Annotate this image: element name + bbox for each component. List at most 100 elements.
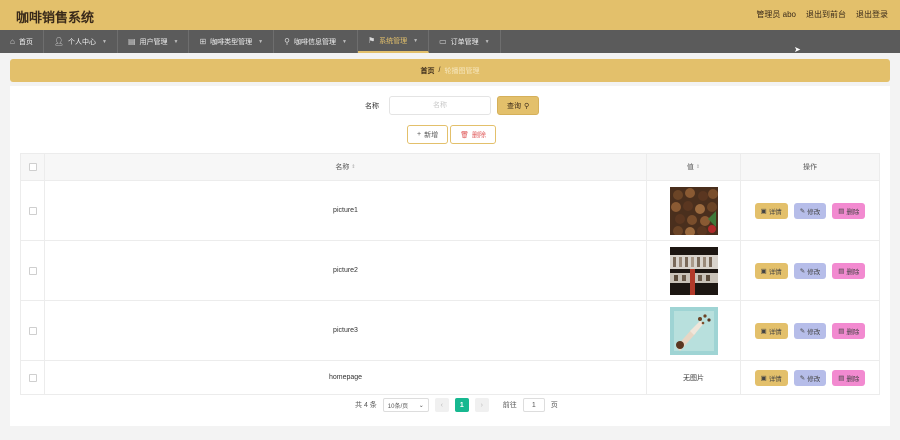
plus-icon: + xyxy=(417,131,422,138)
row-operations: ▣ 详情 ✎ 修改 ▤ 删除 xyxy=(741,262,879,279)
home-icon: ⌂ xyxy=(10,37,15,46)
delete-button-label: 删除 xyxy=(471,131,486,139)
select-all-checkbox[interactable] xyxy=(28,163,37,171)
pencil-icon: ✎ xyxy=(799,267,806,275)
page-number-current[interactable]: 1 xyxy=(454,398,469,412)
table-row: homepage 无图片 ▣ 详情 ✎ 修改 ▤ 删除 xyxy=(21,361,879,394)
trash-icon: ▤ xyxy=(838,267,845,275)
doc-icon: ▣ xyxy=(760,327,767,335)
table-row: picture1 ▣ 详情 ✎ 修改 ▤ 删除 xyxy=(21,181,879,241)
coffee-pour-image xyxy=(669,306,718,355)
pagination-total: 共 4 条 xyxy=(355,402,377,409)
trash-icon: ▤ xyxy=(838,374,845,382)
add-button[interactable]: + 新增 xyxy=(407,125,449,144)
edit-button-label: 修改 xyxy=(807,208,821,216)
nav-item-profile[interactable]: 👤︎ 个人中心 ▼ xyxy=(44,30,118,53)
nav-item-system[interactable]: ⚑ 系统管理 ▼ xyxy=(357,30,430,53)
delete-button-label: 删除 xyxy=(846,208,860,216)
row-name: picture3 xyxy=(45,301,647,360)
row-operations: ▣ 详情 ✎ 修改 ▤ 删除 xyxy=(741,322,879,339)
grid-icon: ⊞ xyxy=(199,37,207,46)
row-checkbox-cell xyxy=(21,361,45,394)
query-button[interactable]: 查询 ⚲ xyxy=(497,96,540,115)
header-checkbox-cell xyxy=(21,154,45,180)
edit-button[interactable]: ✎ 修改 xyxy=(793,202,827,219)
detail-button[interactable]: ▣ 详情 xyxy=(754,262,788,279)
chevron-down-icon: ▼ xyxy=(258,38,264,45)
goto-page-input[interactable] xyxy=(522,398,545,412)
nav-item-label: 订单管理 xyxy=(450,38,479,46)
nav-item-users[interactable]: ▤ 用户管理 ▼ xyxy=(118,30,190,53)
nav-item-orders[interactable]: ▭ 订单管理 ▼ xyxy=(429,30,501,53)
back-to-frontend-link[interactable]: 退出到前台 xyxy=(806,9,846,20)
chevron-down-icon: ▼ xyxy=(484,38,490,45)
detail-button[interactable]: ▣ 详情 xyxy=(754,322,788,339)
row-image-cell xyxy=(647,181,741,240)
delete-button-label: 删除 xyxy=(846,328,860,336)
edit-button[interactable]: ✎ 修改 xyxy=(793,369,827,386)
nav-item-label: 用户管理 xyxy=(139,38,168,46)
breadcrumb: 首页 / 轮播图管理 xyxy=(10,59,890,82)
delete-button[interactable]: ▤ 删除 xyxy=(832,262,866,279)
column-header-operations: 操作 xyxy=(741,162,879,172)
doc-icon: ▣ xyxy=(760,267,767,275)
action-buttons: + 新增 🗑︎ 删除 xyxy=(407,125,496,144)
column-header-name[interactable]: 名称 ⇕ xyxy=(45,154,647,180)
delete-button[interactable]: ▤ 删除 xyxy=(832,202,866,219)
query-button-label: 查询 xyxy=(507,102,521,110)
row-checkbox[interactable] xyxy=(28,326,37,335)
search-icon: ⚲ xyxy=(524,102,530,110)
breadcrumb-separator: / xyxy=(438,67,441,74)
chevron-right-icon: › xyxy=(480,401,483,409)
column-header-label: 操作 xyxy=(803,164,817,171)
chevron-down-icon: ▼ xyxy=(102,38,107,45)
coffee-beans-image xyxy=(669,186,718,235)
row-checkbox[interactable] xyxy=(28,206,37,215)
page-size-select[interactable]: 10条/页 ⌄ xyxy=(382,398,429,412)
flag-icon: ⚑ xyxy=(367,36,376,45)
row-checkbox[interactable] xyxy=(28,373,37,382)
edit-button-label: 修改 xyxy=(807,268,821,276)
detail-button[interactable]: ▣ 详情 xyxy=(754,369,788,386)
detail-button[interactable]: ▣ 详情 xyxy=(754,202,788,219)
doc-icon: ▣ xyxy=(760,207,767,215)
coffee-shop-image xyxy=(669,246,718,295)
user-icon: 👤︎ xyxy=(53,37,64,46)
nav-item-label: 咖啡类型管理 xyxy=(210,38,253,46)
row-checkbox[interactable] xyxy=(28,266,37,275)
column-header-value[interactable]: 值 ⇕ xyxy=(647,154,741,180)
delete-button[interactable]: ▤ 删除 xyxy=(832,322,866,339)
pin-icon: ⚲ xyxy=(284,37,290,46)
next-page-button[interactable]: › xyxy=(474,398,489,412)
batch-delete-button[interactable]: 🗑︎ 删除 xyxy=(450,125,496,144)
nav-item-home[interactable]: ⌂ 首页 xyxy=(0,30,44,53)
carousel-table: 名称 ⇕ 值 ⇕ 操作 picture1 ▣ 详情 ✎ 修改 ▤ 删除 pict… xyxy=(20,153,880,395)
sort-icon: ⇕ xyxy=(695,164,701,170)
logout-link[interactable]: 退出登录 xyxy=(856,9,888,20)
users-icon: ▤ xyxy=(127,37,136,46)
trash-icon: ▤ xyxy=(838,207,845,215)
row-name: picture2 xyxy=(45,241,647,300)
row-operations: ▣ 详情 ✎ 修改 ▤ 删除 xyxy=(741,202,879,219)
nav-item-coffee-info[interactable]: ⚲ 咖啡信息管理 ▼ xyxy=(274,30,358,53)
row-checkbox-cell xyxy=(21,181,45,240)
chevron-down-icon: ▼ xyxy=(413,37,419,44)
prev-page-button[interactable]: ‹ xyxy=(434,398,449,412)
breadcrumb-home[interactable]: 首页 xyxy=(421,66,435,76)
edit-button[interactable]: ✎ 修改 xyxy=(793,262,827,279)
detail-button-label: 详情 xyxy=(768,375,782,383)
chevron-down-icon: ▼ xyxy=(173,38,179,45)
mouse-cursor-icon: ➤ xyxy=(794,45,801,54)
delete-button-label: 删除 xyxy=(846,268,860,276)
trash-icon: ▤ xyxy=(838,327,845,335)
row-checkbox-cell xyxy=(21,241,45,300)
edit-button-label: 修改 xyxy=(807,375,821,383)
search-input[interactable] xyxy=(389,96,491,115)
delete-button-label: 删除 xyxy=(846,375,860,383)
row-name: picture1 xyxy=(45,181,647,240)
nav-item-coffee-types[interactable]: ⊞ 咖啡类型管理 ▼ xyxy=(189,30,275,53)
edit-button[interactable]: ✎ 修改 xyxy=(793,322,827,339)
delete-button[interactable]: ▤ 删除 xyxy=(832,369,866,386)
pencil-icon: ✎ xyxy=(799,207,806,215)
top-header: 咖啡销售系统 管理员 abo 退出到前台 退出登录 xyxy=(0,0,900,30)
